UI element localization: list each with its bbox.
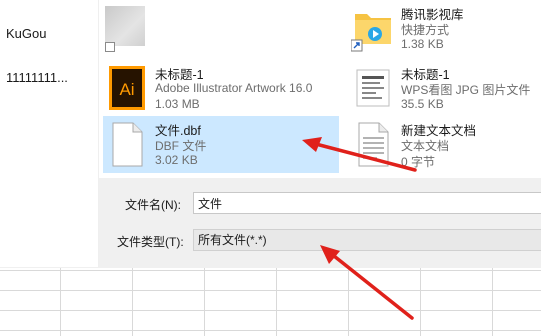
text-document-icon bbox=[358, 122, 389, 167]
file-item-blurred[interactable] bbox=[99, 0, 339, 56]
file-type: Adobe Illustrator Artwork 16.0 bbox=[155, 81, 313, 95]
shortcut-overlay-icon bbox=[105, 42, 115, 52]
file-item-jpg[interactable]: 未标题-1 WPS看图 JPG 图片文件 35.5 KB bbox=[345, 60, 541, 116]
file-size: 3.02 KB bbox=[155, 153, 198, 167]
file-item-txt[interactable]: 新建文本文档 文本文档 0 字节 bbox=[345, 116, 541, 172]
illustrator-file-icon: Ai bbox=[109, 66, 145, 110]
file-item-tencent-video[interactable]: 腾讯影视库 快捷方式 1.38 KB bbox=[345, 0, 541, 56]
file-size: 1.03 MB bbox=[155, 97, 200, 111]
dialog-footer: 文件名(N): 文件类型(T): 所有文件(*.*) bbox=[99, 178, 541, 267]
filetype-select[interactable]: 所有文件(*.*) bbox=[193, 229, 541, 251]
filename-input[interactable] bbox=[193, 192, 541, 214]
file-size: 1.38 KB bbox=[401, 37, 444, 51]
filename-label: 文件名(N): bbox=[125, 198, 181, 212]
file-item-ai[interactable]: Ai 未标题-1 Adobe Illustrator Artwork 16.0 … bbox=[99, 60, 339, 116]
jpg-image-icon bbox=[356, 69, 390, 107]
file-type: WPS看图 JPG 图片文件 bbox=[401, 83, 531, 97]
nav-item-folder[interactable]: 11111111... bbox=[6, 70, 68, 85]
file-type: 文本文档 bbox=[401, 139, 450, 153]
spreadsheet-grid bbox=[0, 267, 541, 336]
filetype-label: 文件类型(T): bbox=[117, 235, 184, 249]
folder-shortcut-icon bbox=[351, 14, 391, 52]
file-type: DBF 文件 bbox=[155, 139, 207, 153]
file-list: 腾讯影视库 快捷方式 1.38 KB Ai 未标题-1 Adobe Illust… bbox=[99, 0, 541, 178]
navigation-pane: KuGou 11111111... bbox=[0, 0, 99, 267]
blurred-thumbnail-icon bbox=[105, 6, 145, 46]
blank-file-icon bbox=[112, 122, 143, 167]
file-size: 0 字节 bbox=[401, 155, 436, 169]
illustrator-logo-text: Ai bbox=[119, 80, 134, 99]
save-file-dialog: KuGou 11111111... 腾讯影视库 快捷方式 1.38 KB Ai … bbox=[0, 0, 541, 267]
file-size: 35.5 KB bbox=[401, 97, 444, 111]
nav-item-kugou[interactable]: KuGou bbox=[6, 26, 46, 41]
file-type: 快捷方式 bbox=[401, 23, 450, 37]
file-item-dbf[interactable]: 文件.dbf DBF 文件 3.02 KB bbox=[103, 116, 339, 173]
